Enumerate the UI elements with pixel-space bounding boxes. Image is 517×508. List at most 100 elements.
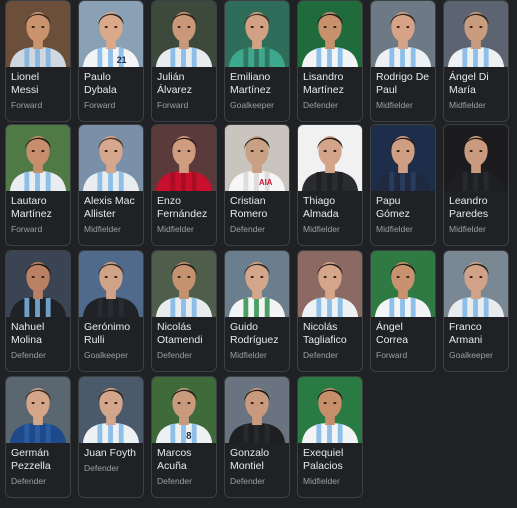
- player-position: Midfielder: [230, 350, 267, 360]
- player-photo: [152, 1, 216, 67]
- player-info: Ángel Correa Forward: [371, 317, 435, 361]
- player-position: Midfielder: [449, 224, 486, 234]
- shirt-text: 8: [186, 431, 192, 442]
- player-info: Exequiel Palacios Midfielder: [298, 443, 362, 487]
- player-info: Leandro Paredes Midfielder: [444, 191, 508, 235]
- player-info: Germán Pezzella Defender: [6, 443, 70, 487]
- player-card[interactable]: Papu Gómez Midfielder: [370, 124, 436, 246]
- player-photo-art: [6, 251, 70, 317]
- player-photo-art: [371, 1, 435, 67]
- player-card[interactable]: Guido Rodríguez Midfielder: [224, 250, 290, 372]
- player-photo: [225, 377, 289, 443]
- player-info: Gonzalo Montiel Defender: [225, 443, 289, 487]
- player-card[interactable]: Lautaro Martínez Forward: [5, 124, 71, 246]
- player-card[interactable]: Thiago Almada Midfielder: [297, 124, 363, 246]
- player-card[interactable]: Rodrigo De Paul Midfielder: [370, 0, 436, 122]
- player-card[interactable]: Juan Foyth Defender: [78, 376, 144, 498]
- player-card[interactable]: Gonzalo Montiel Defender: [224, 376, 290, 498]
- player-photo-art: [79, 251, 143, 317]
- player-name: Enzo Fernández: [157, 195, 208, 220]
- player-card[interactable]: Lionel Messi Forward: [5, 0, 71, 122]
- player-position: Defender: [11, 350, 46, 360]
- player-card[interactable]: Alexis Mac Allister Midfielder: [78, 124, 144, 246]
- player-card[interactable]: Emiliano Martínez Goalkeeper: [224, 0, 290, 122]
- player-photo: [298, 377, 362, 443]
- player-photo: [225, 1, 289, 67]
- player-info: Paulo Dybala Forward: [79, 67, 143, 111]
- player-photo-art: [298, 377, 362, 443]
- player-info: Alexis Mac Allister Midfielder: [79, 191, 143, 235]
- player-card[interactable]: Lisandro Martínez Defender: [297, 0, 363, 122]
- player-position: Midfielder: [157, 224, 194, 234]
- player-card[interactable]: Franco Armani Goalkeeper: [443, 250, 509, 372]
- player-name: Rodrigo De Paul: [376, 71, 430, 96]
- player-name: Lionel Messi: [11, 71, 40, 96]
- player-card[interactable]: Germán Pezzella Defender: [5, 376, 71, 498]
- player-photo-art: [6, 1, 70, 67]
- player-name: Emiliano Martínez: [230, 71, 271, 96]
- player-position: Goalkeeper: [84, 350, 128, 360]
- player-photo: [6, 251, 70, 317]
- player-photo-art: [444, 125, 508, 191]
- player-card[interactable]: 21 Paulo Dybala Forward: [78, 0, 144, 122]
- player-photo-art: [6, 377, 70, 443]
- player-position: Forward: [84, 100, 116, 110]
- player-photo: [79, 125, 143, 191]
- player-photo: [444, 125, 508, 191]
- player-photo-art: [298, 1, 362, 67]
- player-name: Guido Rodríguez: [230, 321, 279, 346]
- player-info: Juan Foyth Defender: [79, 443, 143, 474]
- player-card[interactable]: Nicolás Otamendi Defender: [151, 250, 217, 372]
- player-card[interactable]: AIA Cristian Romero Defender: [224, 124, 290, 246]
- player-name: Marcos Acuña: [157, 447, 192, 472]
- player-name: Julián Álvarez: [157, 71, 193, 96]
- player-card[interactable]: Ángel Di María Midfielder: [443, 0, 509, 122]
- player-photo-art: [79, 377, 143, 443]
- player-name: Ángel Correa: [376, 321, 409, 346]
- player-position: Defender: [230, 476, 265, 486]
- player-info: Julián Álvarez Forward: [152, 67, 216, 111]
- player-photo: [298, 1, 362, 67]
- player-position: Forward: [11, 100, 43, 110]
- player-photo: [79, 251, 143, 317]
- player-info: Enzo Fernández Midfielder: [152, 191, 216, 235]
- player-photo-art: 8: [152, 377, 216, 443]
- player-name: Paulo Dybala: [84, 71, 117, 96]
- player-card[interactable]: Enzo Fernández Midfielder: [151, 124, 217, 246]
- player-name: Germán Pezzella: [11, 447, 51, 472]
- player-card[interactable]: Exequiel Palacios Midfielder: [297, 376, 363, 498]
- player-position: Defender: [157, 476, 192, 486]
- player-card[interactable]: Gerónimo Rulli Goalkeeper: [78, 250, 144, 372]
- player-name: Gonzalo Montiel: [230, 447, 270, 472]
- player-position: Defender: [303, 100, 338, 110]
- player-card[interactable]: Julián Álvarez Forward: [151, 0, 217, 122]
- player-photo: 21: [79, 1, 143, 67]
- player-card[interactable]: Leandro Paredes Midfielder: [443, 124, 509, 246]
- player-photo-art: [79, 125, 143, 191]
- player-position: Midfielder: [303, 476, 340, 486]
- player-card[interactable]: Nahuel Molina Defender: [5, 250, 71, 372]
- player-photo: [152, 251, 216, 317]
- player-info: Papu Gómez Midfielder: [371, 191, 435, 235]
- player-info: Gerónimo Rulli Goalkeeper: [79, 317, 143, 361]
- player-position: Goalkeeper: [230, 100, 274, 110]
- player-info: Lautaro Martínez Forward: [6, 191, 70, 235]
- player-photo: [444, 251, 508, 317]
- player-photo: [371, 1, 435, 67]
- player-info: Emiliano Martínez Goalkeeper: [225, 67, 289, 111]
- player-position: Defender: [84, 463, 119, 473]
- player-photo: [6, 125, 70, 191]
- player-photo-art: [444, 251, 508, 317]
- player-position: Midfielder: [376, 100, 413, 110]
- player-position: Midfielder: [449, 100, 486, 110]
- player-info: Nicolás Otamendi Defender: [152, 317, 216, 361]
- player-card[interactable]: Nicolás Tagliafico Defender: [297, 250, 363, 372]
- player-name: Alexis Mac Allister: [84, 195, 135, 220]
- player-photo-art: [225, 377, 289, 443]
- player-card[interactable]: 8 Marcos Acuña Defender: [151, 376, 217, 498]
- player-info: Lionel Messi Forward: [6, 67, 70, 111]
- player-card[interactable]: Ángel Correa Forward: [370, 250, 436, 372]
- player-photo-art: [6, 125, 70, 191]
- player-grid: Lionel Messi Forward 21 Paulo Dybala Forward…: [0, 0, 517, 508]
- player-photo: [371, 125, 435, 191]
